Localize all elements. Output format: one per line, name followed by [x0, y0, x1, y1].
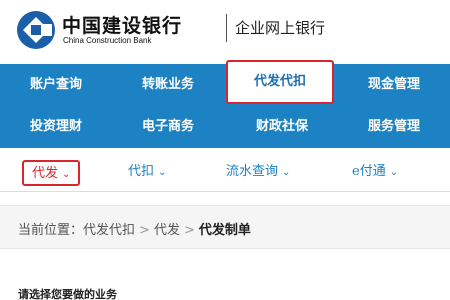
chevron-down-icon: ⌄	[158, 167, 167, 178]
menu-item-investment[interactable]: 投资理财	[0, 106, 112, 148]
breadcrumb-trail: 当前位置：代发代扣 > 代发 > 代发制单	[18, 219, 251, 238]
submenu-item-label: 代扣	[128, 164, 155, 179]
chevron-down-icon: ⌄	[282, 167, 291, 178]
breadcrumb-separator: >	[183, 223, 195, 238]
breadcrumb-item-payroll-collection[interactable]: 代发代扣	[83, 223, 135, 238]
page-title: 企业网上银行	[235, 19, 326, 37]
submenu-item-label: e付通	[352, 164, 386, 179]
breadcrumb: 当前位置：代发代扣 > 代发 > 代发制单	[0, 205, 450, 249]
logo-chinese: 中国建设银行	[62, 15, 183, 37]
breadcrumb-label: 当前位置：	[18, 223, 84, 238]
logo-english: China Construction Bank	[63, 36, 152, 45]
submenu-item-transaction-query[interactable]: 流水查询 ⌄	[226, 160, 290, 186]
breadcrumb-current: 代发制单	[198, 223, 251, 238]
submenu-item-label: 代发	[32, 166, 59, 181]
chevron-down-icon: ⌄	[389, 167, 399, 178]
menu-item-service-management[interactable]: 服务管理	[338, 106, 450, 148]
logo-divider	[226, 14, 227, 42]
menu-item-cash-management[interactable]: 现金管理	[338, 64, 450, 106]
ccb-logo-icon	[17, 11, 55, 49]
menu-item-fiscal-social[interactable]: 财政社保	[226, 106, 338, 148]
submenu-item-epay[interactable]: e付通 ⌄	[352, 160, 398, 186]
submenu-item-label: 流水查询	[226, 164, 279, 179]
submenu-item-collection[interactable]: 代扣 ⌄	[128, 160, 166, 186]
breadcrumb-separator: >	[139, 223, 150, 238]
menu-item-transfer[interactable]: 转账业务	[112, 64, 224, 106]
header: 中国建设银行 China Construction Bank 企业网上银行	[0, 0, 450, 60]
menu-item-account-query[interactable]: 账户查询	[0, 64, 112, 106]
breadcrumb-item-payroll[interactable]: 代发	[154, 223, 180, 238]
chevron-down-icon: ⌄	[62, 169, 71, 180]
section-title: 请选择您要做的业务	[18, 288, 117, 300]
menu-item-payroll-collection[interactable]: 代发代扣	[226, 60, 334, 104]
menu-item-ecommerce[interactable]: 电子商务	[112, 106, 224, 148]
submenu-item-payroll[interactable]: 代发 ⌄	[22, 160, 81, 186]
